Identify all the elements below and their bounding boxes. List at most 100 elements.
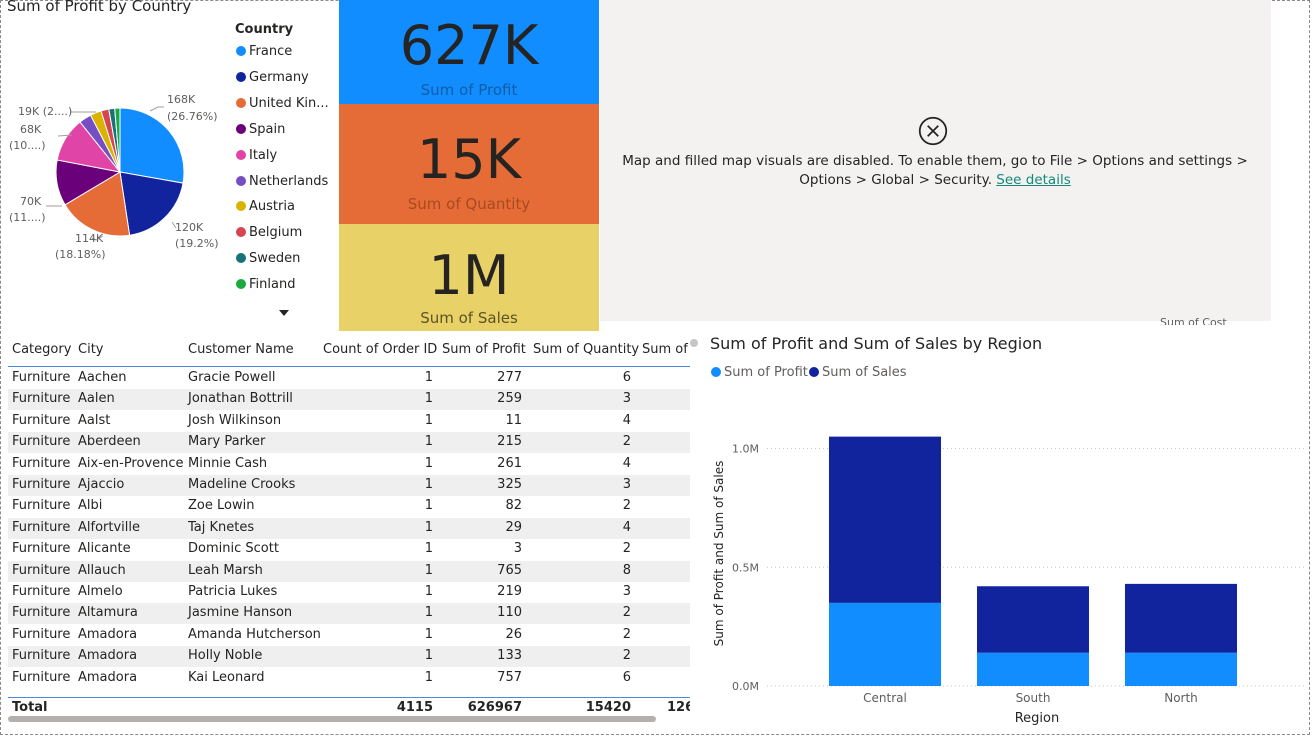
table-row[interactable]: Furniture Albi Zoe Lowin 1 82 2 xyxy=(8,496,690,517)
cell-customer-name: Josh Wilkinson xyxy=(188,412,282,428)
legend-label: France xyxy=(249,44,293,59)
cell-count-order-id: 1 xyxy=(424,584,433,599)
legend-item[interactable]: Austria xyxy=(236,199,295,214)
x-axis-title: Region xyxy=(1015,711,1060,726)
table-row[interactable]: Furniture Alfortville Taj Knetes 1 29 4 xyxy=(8,517,690,539)
table-row[interactable]: Furniture Allauch Leah Marsh 1 765 8 xyxy=(8,560,690,582)
legend-label: Italy xyxy=(249,147,278,163)
legend-label: Sum of Profit xyxy=(724,365,808,380)
legend-item[interactable]: United Kin... xyxy=(236,96,329,111)
table-row[interactable]: Furniture Alicante Dominic Scott 1 3 2 xyxy=(8,539,690,560)
cell-category: Furniture xyxy=(12,562,71,578)
horizontal-scrollbar[interactable] xyxy=(8,716,656,722)
table-row[interactable]: Furniture Aachen Gracie Powell 1 277 6 xyxy=(8,368,690,389)
cell-category: Furniture xyxy=(12,605,71,621)
card-sum-of-quantity[interactable]: 15K Sum of Quantity xyxy=(339,104,599,224)
legend-item[interactable]: Spain xyxy=(236,122,285,137)
cell-city: Amadora xyxy=(78,648,138,664)
cell-city: Aalen xyxy=(78,391,115,407)
cell-sum-quantity: 2 xyxy=(622,626,631,642)
table-row[interactable]: Furniture Ajaccio Madeline Crooks 1 325 3 xyxy=(8,475,690,496)
cell-sum-quantity: 4 xyxy=(622,412,631,428)
close-circle-icon xyxy=(918,116,948,146)
card-value: 1M xyxy=(428,244,510,307)
y-tick-label: 0.0M xyxy=(732,680,759,693)
cell-sum-profit: 215 xyxy=(497,434,522,450)
cell-sum-quantity: 4 xyxy=(622,455,631,471)
cell-city: Aalst xyxy=(78,412,111,428)
legend-item[interactable]: France xyxy=(236,44,292,59)
cell-sum-quantity: 2 xyxy=(622,498,631,514)
column-header-customer-name[interactable]: Customer Name xyxy=(188,342,294,357)
legend-item[interactable]: Finland xyxy=(236,277,295,292)
column-header-sum-sales[interactable]: Sum of S xyxy=(642,342,690,357)
legend-item[interactable]: Netherlands xyxy=(236,174,328,189)
cell-sum-quantity: 2 xyxy=(622,605,631,621)
pie-label-italy-pct: (10....) xyxy=(9,139,46,152)
see-details-link[interactable]: See details xyxy=(996,172,1070,188)
legend-label: Sweden xyxy=(249,251,301,267)
cell-category: Furniture xyxy=(12,519,71,535)
column-header-sum-quantity[interactable]: Sum of Quantity xyxy=(533,342,639,357)
column-chart[interactable]: 0.0M 0.5M 1.0M Sum of Profit and Sum of Sal… xyxy=(700,392,1310,732)
card-label: Sum of Profit xyxy=(420,81,518,99)
x-tick-label: Central xyxy=(863,691,907,705)
legend-item[interactable]: Sweden xyxy=(236,251,300,266)
legend-item[interactable]: Germany xyxy=(236,70,309,85)
cell-customer-name: Patricia Lukes xyxy=(188,584,278,599)
pie-label-germany-value: 120K xyxy=(175,221,204,234)
legend-dot xyxy=(236,97,246,108)
cell-count-order-id: 1 xyxy=(424,626,433,642)
cell-sum-quantity: 3 xyxy=(622,477,631,492)
bar-sum-of-sales-north[interactable] xyxy=(1125,583,1237,653)
cell-sum-quantity: 4 xyxy=(622,519,631,535)
x-tick-label: North xyxy=(1164,691,1198,705)
cell-count-order-id: 1 xyxy=(424,391,433,407)
scroll-handle[interactable] xyxy=(690,339,698,347)
bar-sum-of-profit-south[interactable] xyxy=(977,652,1089,686)
legend-title: Country xyxy=(235,22,294,37)
bar-sum-of-profit-central[interactable] xyxy=(829,602,941,686)
total-count: 4115 xyxy=(396,700,433,715)
legend-dot xyxy=(711,367,721,377)
table-row[interactable]: Furniture Amadora Kai Leonard 1 757 6 xyxy=(8,668,690,689)
column-header-sum-profit[interactable]: Sum of Profit xyxy=(442,342,526,357)
legend-item[interactable]: Italy xyxy=(236,148,277,163)
table-row[interactable]: Furniture Aberdeen Mary Parker 1 215 2 xyxy=(8,432,690,454)
clipped-label: Sum of Cost xyxy=(1160,316,1227,325)
table-row[interactable]: Furniture Amadora Holly Noble 1 133 2 xyxy=(8,646,690,668)
table-row[interactable]: Furniture Aalst Josh Wilkinson 1 11 4 xyxy=(8,411,690,432)
bar-sum-of-profit-north[interactable] xyxy=(1125,652,1237,686)
cell-customer-name: Mary Parker xyxy=(188,434,266,450)
table-row[interactable]: Furniture Almelo Patricia Lukes 1 219 3 xyxy=(8,582,690,603)
legend-item[interactable]: Belgium xyxy=(236,225,302,240)
table-row[interactable]: Furniture Altamura Jasmine Hanson 1 110 2 xyxy=(8,603,690,625)
card-sum-of-profit[interactable]: 627K Sum of Profit xyxy=(339,0,599,104)
card-sum-of-sales[interactable]: 1M Sum of Sales xyxy=(339,224,599,331)
legend-dot xyxy=(236,253,246,264)
column-header-category[interactable]: Category xyxy=(12,342,71,357)
bar-sum-of-sales-south[interactable] xyxy=(977,586,1089,653)
pie-chart-title: Sum of Profit by Country xyxy=(7,0,192,15)
cell-city: Aix-en-Provence xyxy=(78,455,184,471)
pie-label-uk-value: 114K xyxy=(75,232,104,245)
card-value: 627K xyxy=(399,14,539,77)
column-header-count-order-id[interactable]: Count of Order ID xyxy=(323,342,437,357)
cell-category: Furniture xyxy=(12,370,71,385)
legend-dot xyxy=(236,175,246,186)
column-header-city[interactable]: City xyxy=(78,342,103,357)
table-row[interactable]: Furniture Aix-en-Provence Minnie Cash 1 261 4 xyxy=(8,454,690,475)
cell-count-order-id: 1 xyxy=(424,412,433,428)
cell-count-order-id: 1 xyxy=(424,605,433,621)
cell-category: Furniture xyxy=(12,669,71,685)
cell-sum-profit: 219 xyxy=(497,584,522,599)
table-row[interactable]: Furniture Amadora Amanda Hutcherson 1 26 2 xyxy=(8,625,690,646)
table-row[interactable]: Furniture Aalen Jonathan Bottrill 1 259 3 xyxy=(8,389,690,411)
pie-slice-germany[interactable] xyxy=(119,171,184,236)
legend-dot xyxy=(236,71,246,82)
cell-count-order-id: 1 xyxy=(424,455,433,471)
data-table[interactable]: Category City Customer Name Count of Ord… xyxy=(8,338,690,722)
bar-sum-of-sales-central[interactable] xyxy=(829,436,941,603)
chevron-down-icon[interactable] xyxy=(279,310,289,316)
map-message-text: Map and filled map visuals are disabled.… xyxy=(622,153,1248,188)
